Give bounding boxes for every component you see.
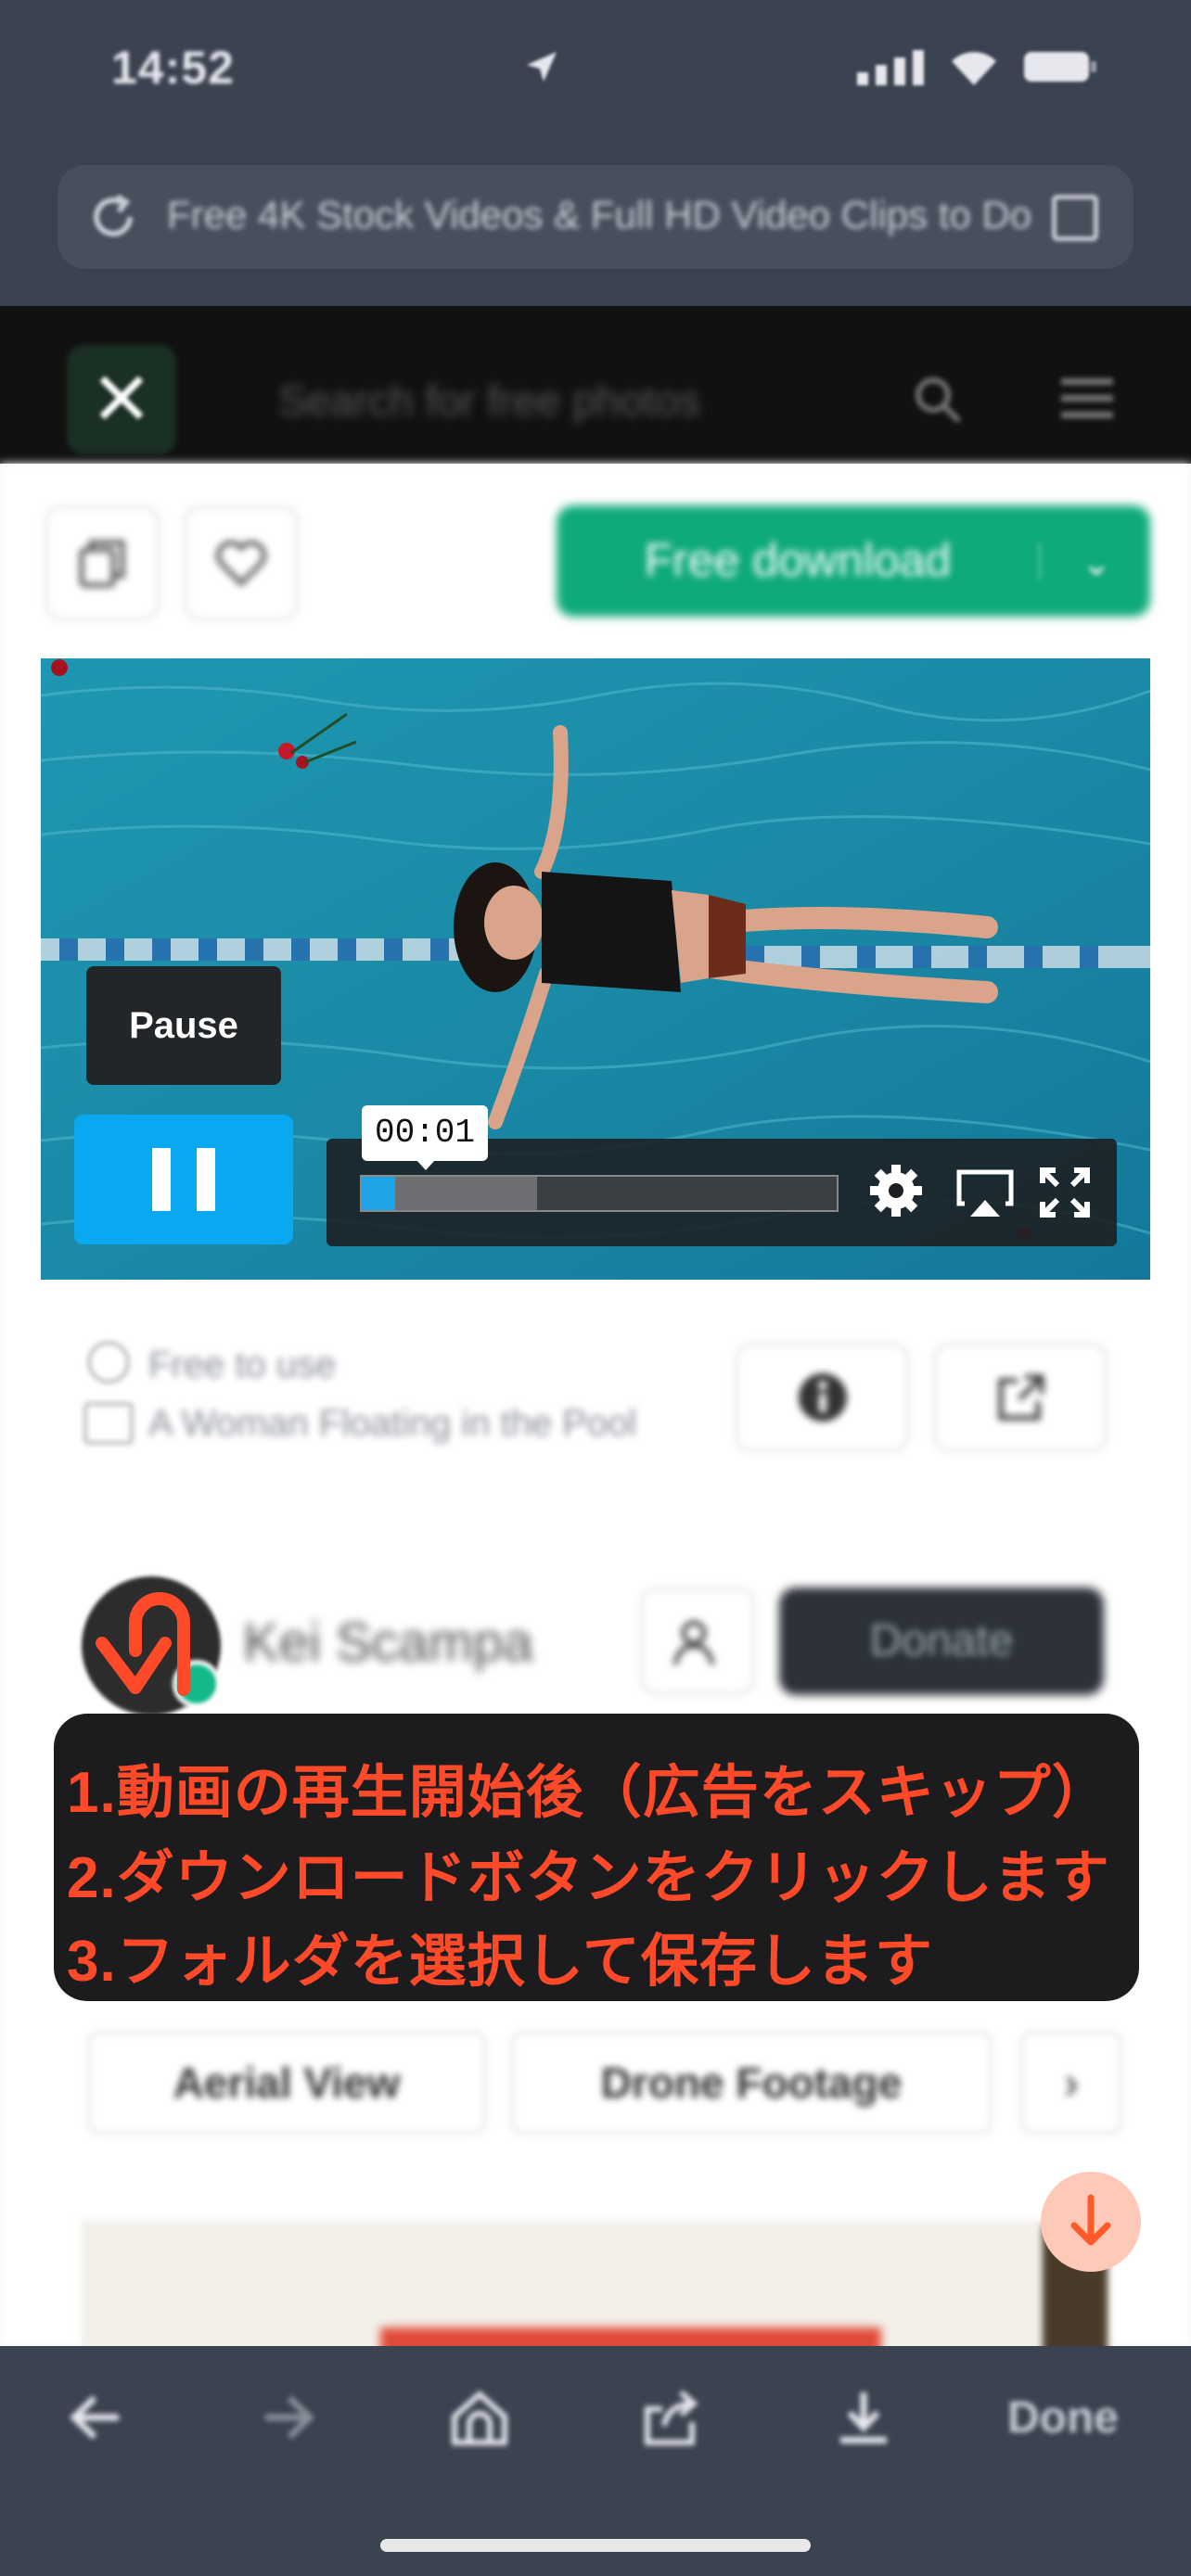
menu-icon[interactable]: [1061, 378, 1113, 419]
wifi-icon: [952, 52, 996, 85]
close-icon[interactable]: ✕: [67, 345, 176, 454]
fullscreen-icon[interactable]: [1035, 1163, 1095, 1222]
cellular-signal-icon: [857, 50, 924, 85]
airplay-icon[interactable]: [955, 1163, 1015, 1222]
follow-button[interactable]: [640, 1588, 755, 1695]
home-indicator: [380, 2539, 811, 2552]
tag-drone-footage[interactable]: Drone Footage: [510, 2031, 992, 2135]
video-title: A Woman Floating in the Pool: [148, 1403, 637, 1444]
instruction-overlay: 1.動画の再生開始後（広告をスキップ） 2.ダウンロードボタンをクリックします …: [54, 1714, 1139, 2001]
info-icon: [799, 1373, 847, 1422]
pause-button[interactable]: [74, 1115, 293, 1244]
license-icon: [87, 1341, 130, 1384]
progress-played: [362, 1177, 395, 1210]
collect-button[interactable]: [45, 505, 160, 620]
user-add-icon: [672, 1620, 715, 1665]
status-time: 14:52: [111, 42, 235, 94]
pause-tooltip: Pause: [86, 966, 281, 1085]
home-icon[interactable]: [447, 2385, 512, 2450]
url-text: Free 4K Stock Videos & Full HD Video Cli…: [167, 193, 1032, 236]
heart-icon: [215, 540, 267, 587]
share-icon: [998, 1374, 1044, 1421]
license-text: Free to use: [148, 1345, 337, 1385]
collection-icon: [79, 540, 125, 588]
red-arrow-icon: [96, 1592, 190, 1696]
search-icon[interactable]: [909, 371, 965, 427]
author-name[interactable]: Kei Scampa: [243, 1612, 533, 1674]
arrow-down-icon: [1070, 2194, 1111, 2246]
download-icon[interactable]: [831, 2385, 896, 2450]
instruction-line-1: 1.動画の再生開始後（広告をスキップ）: [67, 1761, 1110, 1825]
chevron-right-icon[interactable]: ›: [1020, 2031, 1122, 2135]
scroll-down-button[interactable]: [1041, 2172, 1141, 2272]
done-button[interactable]: Done: [1007, 2392, 1119, 2443]
search-input[interactable]: Search for free photos: [278, 376, 700, 426]
free-download-label: Free download: [644, 534, 952, 586]
instruction-line-3: 3.フォルダを選択して保存します: [67, 1930, 933, 1994]
share-out-icon[interactable]: [640, 2385, 705, 2450]
forward-arrow-icon[interactable]: [256, 2385, 321, 2450]
back-arrow-icon[interactable]: [63, 2385, 128, 2450]
donate-label: Donate: [869, 1616, 1014, 1665]
location-icon: [527, 52, 557, 82]
pause-icon: [152, 1148, 215, 1211]
chevron-down-icon[interactable]: ⌄: [1039, 542, 1152, 583]
tooltip-caret: [416, 1159, 436, 1170]
reload-icon[interactable]: [83, 187, 143, 247]
share-button[interactable]: [933, 1343, 1108, 1452]
instruction-line-2: 2.ダウンロードボタンをクリックします: [67, 1846, 1110, 1910]
status-icons: [527, 48, 1098, 85]
tag-aerial-view[interactable]: Aerial View: [87, 2031, 486, 2135]
reader-icon[interactable]: [1052, 195, 1098, 241]
video-title-icon: [83, 1402, 134, 1445]
current-time-tooltip: 00:01: [362, 1105, 488, 1161]
gear-icon[interactable]: [866, 1161, 926, 1220]
like-button[interactable]: [184, 505, 299, 620]
info-button[interactable]: [735, 1343, 909, 1452]
battery-icon: [1024, 52, 1096, 82]
